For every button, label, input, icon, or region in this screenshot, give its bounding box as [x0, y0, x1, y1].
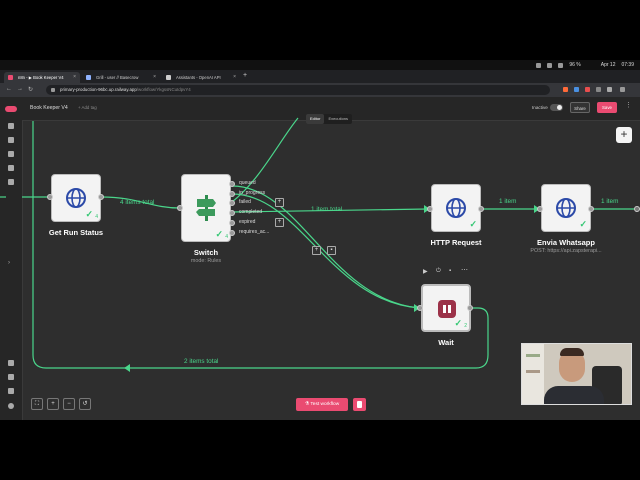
add-node-button[interactable]: + [616, 127, 632, 143]
edge-label: 1 item [499, 198, 517, 205]
output-handle[interactable] [467, 305, 473, 311]
pause-icon [438, 300, 456, 318]
check-icon: ✓ [469, 219, 477, 229]
input-handle[interactable] [427, 206, 433, 212]
output-label-requires-action: requires_ac... [239, 229, 270, 235]
output-handle-completed[interactable] [229, 210, 235, 216]
node-label: Wait [438, 338, 454, 347]
edge-label: 1 item [601, 198, 619, 205]
node-subtitle: mode: Rules [190, 258, 222, 264]
node-label: Switch [193, 248, 219, 257]
globe-icon [446, 198, 466, 218]
ellipsis-icon[interactable]: ⋯ [461, 266, 468, 274]
queued-to-wait-edge [231, 185, 421, 309]
check-icon: ✓ [215, 229, 223, 239]
output-label-queued: queued [239, 180, 256, 186]
add-node-plus-icon[interactable]: + [275, 198, 284, 207]
node-label: Get Run Status [48, 228, 104, 237]
shelf-item [526, 370, 540, 373]
input-handle[interactable] [417, 305, 423, 311]
node-http-request[interactable]: ✓ [431, 184, 481, 232]
edge-label: 4 items total [120, 199, 155, 206]
webcam-overlay [521, 343, 632, 405]
output-handle-queued[interactable] [229, 181, 235, 187]
undo-icon[interactable]: ↺ [79, 398, 91, 410]
output-label-in-progress: in_progress [239, 190, 266, 196]
node-envia-whatsapp[interactable]: ✓ [541, 184, 591, 232]
node-wait[interactable]: ✓ 2 [421, 284, 471, 332]
test-workflow-button[interactable]: ⚗ Test workflow [296, 398, 348, 411]
node-label: HTTP Request [430, 238, 482, 247]
zoom-out-icon[interactable]: − [63, 398, 75, 410]
shelf-item [526, 354, 540, 357]
run-count: 2 [464, 323, 467, 329]
trash-icon[interactable]: ▪ [327, 246, 336, 255]
power-icon[interactable]: ⏻ [436, 268, 441, 275]
check-icon: ✓ [579, 219, 587, 229]
input-handle[interactable] [47, 194, 53, 200]
test-workflow-label: Test workflow [310, 402, 340, 407]
zoom-in-icon[interactable]: + [47, 398, 59, 410]
node-label: Envia Whatsapp [537, 238, 595, 247]
loop-arrow-icon [124, 364, 130, 372]
screen: 96 % Apr 12 07:39 n8n - ▶ Book Keeper V4… [0, 0, 640, 480]
play-icon[interactable]: ▶ [423, 268, 428, 275]
output-handle-failed[interactable] [229, 200, 235, 206]
globe-icon [66, 188, 86, 208]
check-icon: ✓ [454, 318, 462, 328]
output-handle-expired[interactable] [229, 220, 235, 226]
signpost-icon [196, 195, 216, 221]
output-handle[interactable] [478, 206, 484, 212]
input-handle[interactable] [177, 205, 183, 211]
output-handle[interactable] [98, 194, 104, 200]
clear-execution-button[interactable] [353, 398, 366, 411]
edge-label: 2 items total [184, 358, 219, 365]
next-node-handle[interactable] [634, 206, 640, 212]
globe-icon [556, 198, 576, 218]
output-handle[interactable] [588, 206, 594, 212]
check-icon: ✓ [85, 209, 93, 219]
add-node-plus-icon[interactable]: + [275, 218, 284, 227]
edge-label: 1 item total [311, 206, 343, 213]
node-get-run-status[interactable]: ✓ 4 [51, 174, 101, 222]
node-switch[interactable]: ✓ 4 [181, 174, 231, 242]
person-shirt [544, 386, 604, 404]
node-subtitle: POST: https://api.zapsterapi... [530, 248, 602, 254]
person-hair [560, 348, 584, 356]
fit-view-icon[interactable]: ⛶ [31, 398, 43, 410]
run-count: 4 [95, 214, 98, 220]
trash-icon[interactable]: ▪ [449, 268, 451, 274]
output-label-failed: failed [239, 199, 251, 205]
input-handle[interactable] [537, 206, 543, 212]
output-handle-in-progress[interactable] [229, 191, 235, 197]
output-handle-requires-action[interactable] [229, 230, 235, 236]
output-label-completed: completed [239, 209, 263, 215]
trash-icon [357, 401, 362, 408]
run-count: 4 [225, 234, 228, 240]
add-node-plus-icon[interactable]: + [312, 246, 321, 255]
output-label-expired: expired [239, 219, 256, 225]
